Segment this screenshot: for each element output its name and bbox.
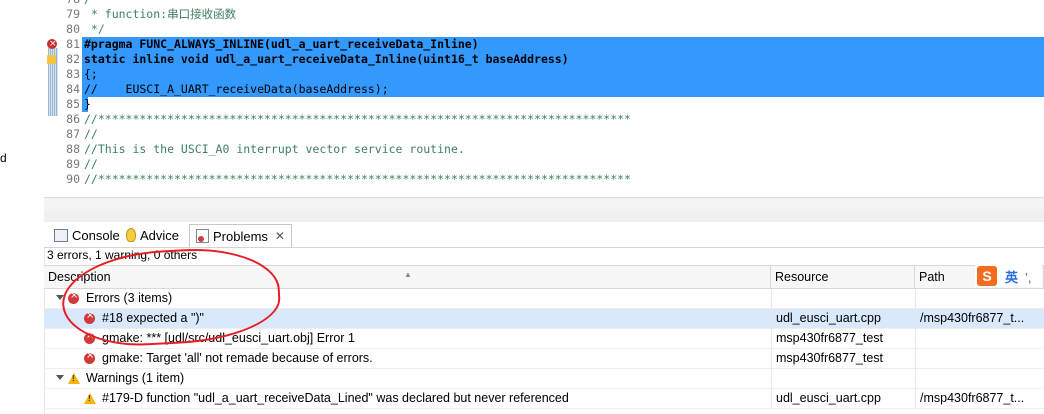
- tab-problems[interactable]: Problems ✕: [189, 224, 292, 247]
- column-header-resource[interactable]: Resource: [771, 266, 915, 288]
- line-number: 81: [66, 37, 80, 51]
- problem-row[interactable]: #179-D function "udl_a_uart_receiveData_…: [44, 389, 1044, 409]
- sogou-logo-icon: S: [977, 266, 997, 286]
- problem-resource: udl_eusci_uart.cpp: [776, 311, 881, 325]
- problem-description: Warnings (1 item): [86, 371, 185, 385]
- ime-language-mode[interactable]: 英: [1005, 267, 1018, 286]
- advice-icon: [126, 228, 136, 242]
- panel-sash[interactable]: [44, 212, 1044, 222]
- column-separator: [915, 369, 916, 389]
- problem-description: #179-D function "udl_a_uart_receiveData_…: [102, 391, 569, 405]
- code-text: //This is the USCI_A0 interrupt vector s…: [84, 142, 465, 156]
- tab-problems-label: Problems: [213, 228, 268, 244]
- problem-path: /msp430fr6877_t...: [920, 391, 1025, 405]
- code-text: //: [84, 127, 98, 141]
- column-separator: [915, 309, 916, 329]
- view-tab-bar: Console Advice Problems ✕: [44, 222, 1044, 248]
- code-text: //: [84, 157, 98, 171]
- problem-path: [920, 289, 1042, 308]
- column-separator: [771, 349, 772, 369]
- line-number: 90: [66, 172, 80, 186]
- code-text: // EUSCI_A_UART_receiveData(baseAddress)…: [84, 82, 389, 96]
- code-text: }: [84, 97, 91, 111]
- selection-highlight: [82, 67, 1044, 82]
- code-line[interactable]: 89 //: [44, 157, 1044, 172]
- tab-advice-label: Advice: [140, 227, 180, 243]
- code-editor[interactable]: 78/*79 * function:串口接收函数80 */81#pragma F…: [44, 0, 1044, 212]
- code-line[interactable]: 80 */: [44, 22, 1044, 37]
- problem-resource: udl_eusci_uart.cpp: [776, 391, 881, 405]
- code-text: /*: [84, 0, 98, 7]
- code-text: //**************************************…: [84, 112, 631, 126]
- left-panel-strip: d: [0, 0, 45, 414]
- problem-resource: [776, 289, 912, 308]
- column-separator: [915, 329, 916, 349]
- warning-icon: [84, 393, 96, 404]
- line-number: 86: [66, 112, 80, 126]
- tab-advice[interactable]: Advice: [120, 224, 185, 246]
- problem-resource: msp430fr6877_test: [776, 331, 884, 345]
- left-panel-text: d: [0, 151, 7, 165]
- problem-path: [920, 329, 1042, 348]
- code-line[interactable]: 78 /*: [44, 0, 1044, 7]
- problems-icon: [196, 229, 209, 243]
- warning-marker-icon[interactable]: [47, 55, 56, 64]
- problem-resource: [776, 369, 912, 388]
- code-line[interactable]: 85}: [44, 97, 1044, 112]
- line-number: 84: [66, 82, 80, 96]
- column-separator: [771, 309, 772, 329]
- code-text: #pragma FUNC_ALWAYS_INLINE(udl_a_uart_re…: [84, 37, 479, 51]
- error-marker-icon[interactable]: [47, 37, 57, 52]
- column-separator: [915, 389, 916, 409]
- line-number: 82: [66, 52, 80, 66]
- line-number: 85: [66, 97, 80, 111]
- code-line[interactable]: 90 //************************************…: [44, 172, 1044, 187]
- code-text: */: [84, 22, 105, 36]
- problem-path: [920, 369, 1042, 388]
- code-line[interactable]: 87 //: [44, 127, 1044, 142]
- code-line[interactable]: 84 // EUSCI_A_UART_receiveData(baseAddres…: [44, 82, 1044, 97]
- sort-ascending-icon: ▲: [404, 270, 412, 279]
- line-number: 87: [66, 127, 80, 141]
- column-separator: [771, 289, 772, 309]
- line-number: 79: [66, 7, 80, 21]
- line-number: 89: [66, 157, 80, 171]
- tab-console-label: Console: [72, 227, 120, 243]
- column-separator: [771, 389, 772, 409]
- problem-row[interactable]: gmake: Target 'all' not remade because o…: [44, 349, 1044, 369]
- warning-icon: [68, 373, 80, 384]
- error-icon: [84, 350, 95, 364]
- code-line[interactable]: 83 {;: [44, 67, 1044, 82]
- code-line[interactable]: 88 //This is the USCI_A0 interrupt vector…: [44, 142, 1044, 157]
- code-text: {;: [84, 67, 98, 81]
- column-separator: [915, 349, 916, 369]
- editor-horizontal-scrollbar[interactable]: [44, 197, 1044, 213]
- problem-description: gmake: Target 'all' not remade because o…: [102, 351, 373, 365]
- line-number: 83: [66, 67, 80, 81]
- code-text: static inline void udl_a_uart_receiveDat…: [84, 52, 569, 66]
- problem-group-row[interactable]: Warnings (1 item): [44, 369, 1044, 389]
- problem-resource: msp430fr6877_test: [776, 351, 884, 365]
- ime-punctuation-mode[interactable]: ’,: [1025, 270, 1032, 285]
- line-number: 88: [66, 142, 80, 156]
- ime-toolbar[interactable]: S 英 ’,: [975, 265, 1042, 287]
- tab-console[interactable]: Console: [48, 224, 126, 246]
- column-separator: [771, 329, 772, 349]
- problem-path: [920, 349, 1042, 368]
- code-line[interactable]: 79 * function:串口接收函数: [44, 7, 1044, 22]
- code-line[interactable]: 86 //************************************…: [44, 112, 1044, 127]
- code-line[interactable]: 82 static inline void udl_a_uart_receiveD…: [44, 52, 1044, 67]
- line-number: 78: [60, 0, 80, 7]
- close-icon[interactable]: ✕: [275, 229, 285, 243]
- console-icon: [54, 228, 68, 242]
- problem-path: /msp430fr6877_t...: [920, 311, 1025, 325]
- expand-collapse-icon[interactable]: [56, 375, 64, 380]
- code-text: //**************************************…: [84, 172, 631, 186]
- code-text: * function:串口接收函数: [84, 7, 237, 21]
- line-number: 80: [66, 22, 80, 36]
- column-separator: [771, 369, 772, 389]
- column-separator: [915, 289, 916, 309]
- code-line[interactable]: 81 #pragma FUNC_ALWAYS_INLINE(udl_a_uart_…: [44, 37, 1044, 52]
